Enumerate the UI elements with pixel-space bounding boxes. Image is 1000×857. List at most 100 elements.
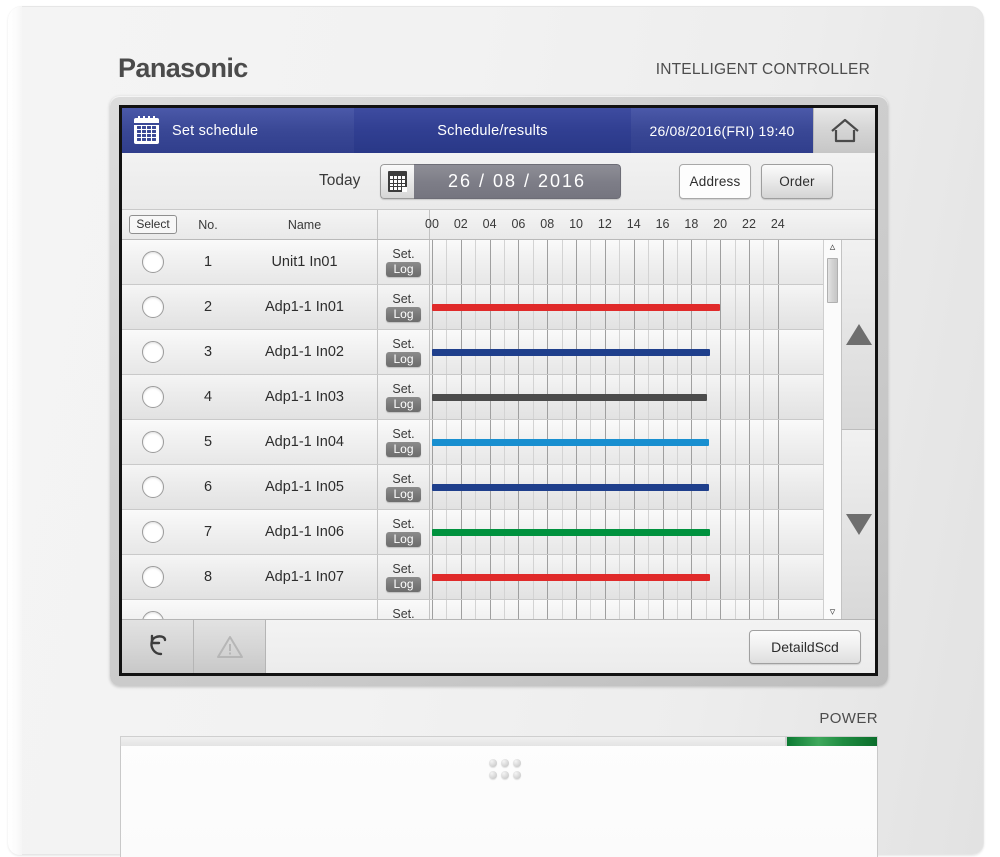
grid-line	[749, 285, 750, 329]
row-setlog-cell[interactable]: Set.Log	[377, 465, 429, 509]
set-button[interactable]: Set.	[392, 428, 414, 441]
row-timeline[interactable]	[429, 240, 823, 284]
table-row[interactable]: 1Unit1 In01Set.Log	[122, 240, 823, 285]
address-button[interactable]: Address	[679, 164, 751, 199]
select-header[interactable]: Select	[122, 210, 184, 239]
row-timeline[interactable]	[429, 375, 823, 419]
row-radio[interactable]	[142, 296, 164, 318]
table-row[interactable]: 3Adp1-1 In02Set.Log	[122, 330, 823, 375]
row-radio[interactable]	[142, 476, 164, 498]
triangle-down-icon	[846, 514, 872, 535]
date-field[interactable]: 26 / 08 / 2016	[380, 164, 621, 199]
page-nav	[841, 240, 875, 619]
table-row[interactable]: 2Adp1-1 In01Set.Log	[122, 285, 823, 330]
set-button[interactable]: Set.	[392, 293, 414, 306]
scrollbar-track[interactable]	[827, 254, 838, 605]
grid-line	[475, 600, 476, 619]
grid-line	[504, 240, 505, 284]
alert-button[interactable]	[194, 620, 266, 673]
log-button[interactable]: Log	[386, 262, 420, 278]
row-setlog-cell[interactable]: Set.Log	[377, 510, 429, 554]
set-button[interactable]: Set.	[392, 338, 414, 351]
set-button[interactable]: Set.	[392, 518, 414, 531]
log-button[interactable]: Log	[386, 307, 420, 323]
row-timeline[interactable]	[429, 465, 823, 509]
grid-line	[461, 600, 462, 619]
row-select-cell[interactable]	[122, 510, 184, 554]
row-setlog-cell[interactable]: Set.Log	[377, 375, 429, 419]
tab-set-schedule[interactable]: Set schedule	[122, 108, 354, 153]
row-select-cell[interactable]	[122, 555, 184, 599]
select-all-chip[interactable]: Select	[129, 215, 176, 234]
row-radio[interactable]	[142, 341, 164, 363]
log-button[interactable]: Log	[386, 352, 420, 368]
schedule-bar[interactable]	[432, 304, 720, 311]
row-timeline[interactable]	[429, 600, 823, 619]
schedule-bar[interactable]	[432, 439, 709, 446]
row-radio[interactable]	[142, 431, 164, 453]
scrollbar-thumb[interactable]	[827, 258, 838, 303]
row-timeline[interactable]	[429, 555, 823, 599]
grid-line	[706, 600, 707, 619]
row-setlog-cell[interactable]: Set.Log	[377, 330, 429, 374]
row-select-cell[interactable]	[122, 330, 184, 374]
scroll-up-icon[interactable]: ▵	[830, 240, 836, 254]
page-up-button[interactable]	[841, 240, 875, 430]
set-button[interactable]: Set.	[392, 473, 414, 486]
table-row[interactable]: 6Adp1-1 In05Set.Log	[122, 465, 823, 510]
row-setlog-cell[interactable]: Set.Log	[377, 600, 429, 619]
log-button[interactable]: Log	[386, 532, 420, 548]
set-button[interactable]: Set.	[392, 563, 414, 576]
row-timeline[interactable]	[429, 330, 823, 374]
row-select-cell[interactable]	[122, 465, 184, 509]
row-setlog-cell[interactable]: Set.Log	[377, 285, 429, 329]
vertical-scrollbar[interactable]: ▵ ▿	[823, 240, 841, 619]
back-arrow-icon	[141, 632, 175, 662]
row-timeline[interactable]	[429, 510, 823, 554]
table-row[interactable]: 4Adp1-1 In03Set.Log	[122, 375, 823, 420]
row-radio[interactable]	[142, 521, 164, 543]
log-button[interactable]: Log	[386, 487, 420, 503]
date-value[interactable]: 26 / 08 / 2016	[414, 164, 621, 199]
table-row[interactable]: Set.Log	[122, 600, 823, 619]
row-setlog-cell[interactable]: Set.Log	[377, 555, 429, 599]
set-button[interactable]: Set.	[392, 608, 414, 619]
log-button[interactable]: Log	[386, 577, 420, 593]
row-select-cell[interactable]	[122, 600, 184, 619]
table-row[interactable]: 7Adp1-1 In06Set.Log	[122, 510, 823, 555]
row-radio[interactable]	[142, 386, 164, 408]
home-button[interactable]	[813, 108, 875, 153]
row-setlog-cell[interactable]: Set.Log	[377, 420, 429, 464]
set-button[interactable]: Set.	[392, 248, 414, 261]
table-row[interactable]: 8Adp1-1 In07Set.Log	[122, 555, 823, 600]
log-button[interactable]: Log	[386, 442, 420, 458]
row-timeline[interactable]	[429, 285, 823, 329]
schedule-bar[interactable]	[432, 394, 707, 401]
row-select-cell[interactable]	[122, 240, 184, 284]
row-select-cell[interactable]	[122, 285, 184, 329]
pager-header-spacer	[841, 210, 875, 239]
schedule-bar[interactable]	[432, 529, 710, 536]
order-button[interactable]: Order	[761, 164, 833, 199]
detail-schedule-button[interactable]: DetaildScd	[749, 630, 861, 664]
brand-logo: Panasonic	[118, 53, 248, 84]
table-row[interactable]: 5Adp1-1 In04Set.Log	[122, 420, 823, 465]
page-down-button[interactable]	[841, 430, 875, 620]
row-setlog-cell[interactable]: Set.Log	[377, 240, 429, 284]
row-select-cell[interactable]	[122, 420, 184, 464]
schedule-bar[interactable]	[432, 349, 710, 356]
row-select-cell[interactable]	[122, 375, 184, 419]
schedule-bar[interactable]	[432, 574, 710, 581]
back-button[interactable]	[122, 620, 194, 673]
time-tick-18: 18	[684, 217, 698, 231]
set-button[interactable]: Set.	[392, 383, 414, 396]
row-radio[interactable]	[142, 251, 164, 273]
date-picker-button[interactable]	[380, 164, 414, 199]
row-radio[interactable]	[142, 611, 164, 619]
scroll-down-icon[interactable]: ▿	[830, 605, 836, 619]
tab-schedule-results[interactable]: Schedule/results	[354, 108, 631, 153]
row-radio[interactable]	[142, 566, 164, 588]
row-timeline[interactable]	[429, 420, 823, 464]
schedule-bar[interactable]	[432, 484, 709, 491]
log-button[interactable]: Log	[386, 397, 420, 413]
